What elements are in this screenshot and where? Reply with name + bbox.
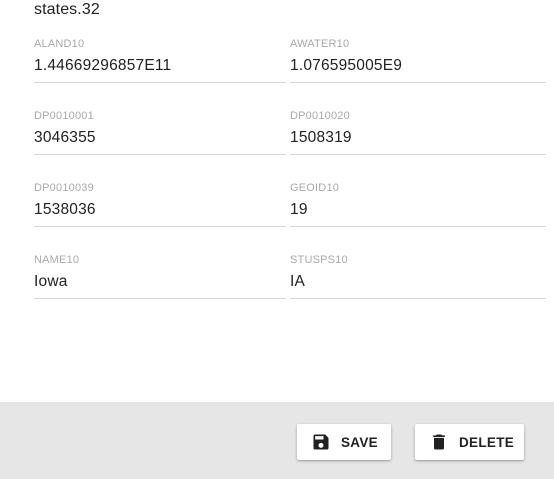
field-value[interactable]: 19 xyxy=(290,200,308,220)
field-dp0010001[interactable]: DP0010001 3046355 xyxy=(34,110,286,155)
save-button-label: SAVE xyxy=(341,434,378,450)
field-geoid10[interactable]: GEOID10 19 xyxy=(290,182,546,227)
field-label: AWATER10 xyxy=(290,38,350,50)
field-value[interactable]: IA xyxy=(290,272,305,292)
field-value[interactable]: 3046355 xyxy=(34,128,96,148)
field-value[interactable]: 1.44669296857E11 xyxy=(34,56,171,76)
field-label: ALAND10 xyxy=(34,38,85,50)
field-label: GEOID10 xyxy=(290,182,340,194)
feature-editor: states.32 ALAND10 1.44669296857E11 AWATE… xyxy=(0,0,554,479)
field-dp0010039[interactable]: DP0010039 1538036 xyxy=(34,182,286,227)
record-title: states.32 xyxy=(34,1,100,18)
delete-button[interactable]: DELETE xyxy=(415,424,524,460)
delete-button-label: DELETE xyxy=(459,434,515,450)
action-bar: SAVE DELETE xyxy=(0,402,554,479)
field-awater10[interactable]: AWATER10 1.076595005E9 xyxy=(290,38,546,83)
field-value[interactable]: 1538036 xyxy=(34,200,96,220)
field-label: NAME10 xyxy=(34,254,80,266)
field-value[interactable]: Iowa xyxy=(34,272,68,292)
save-button[interactable]: SAVE xyxy=(297,424,391,460)
delete-icon xyxy=(429,432,449,452)
field-label: DP0010001 xyxy=(34,110,94,122)
field-aland10[interactable]: ALAND10 1.44669296857E11 xyxy=(34,38,286,83)
field-stusps10[interactable]: STUSPS10 IA xyxy=(290,254,546,299)
save-icon xyxy=(311,432,331,452)
field-dp0010020[interactable]: DP0010020 1508319 xyxy=(290,110,546,155)
field-name10[interactable]: NAME10 Iowa xyxy=(34,254,286,299)
field-label: DP0010039 xyxy=(34,182,94,194)
field-value[interactable]: 1508319 xyxy=(290,128,352,148)
field-label: STUSPS10 xyxy=(290,254,348,266)
field-value[interactable]: 1.076595005E9 xyxy=(290,56,402,76)
field-label: DP0010020 xyxy=(290,110,350,122)
